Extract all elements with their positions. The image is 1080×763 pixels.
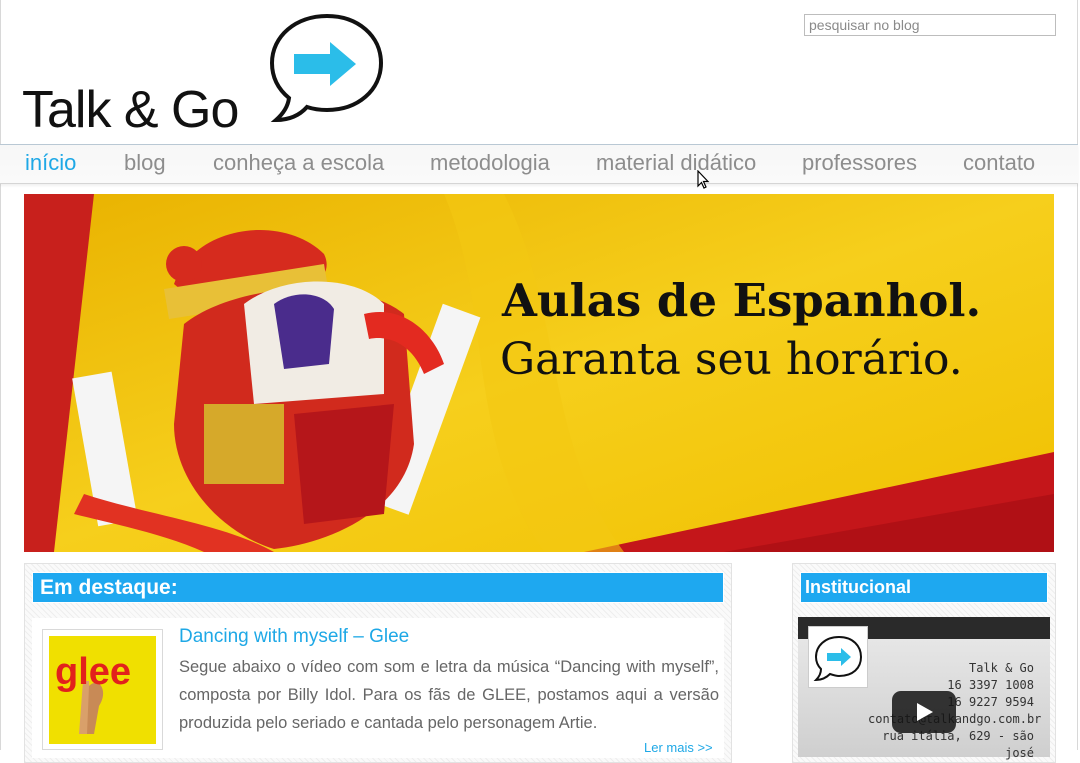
main-nav: início blog conheça a escola metodologia… [0, 144, 1078, 184]
nav-item-metodologia[interactable]: metodologia [430, 150, 550, 176]
play-button-icon[interactable] [892, 691, 956, 733]
nav-item-professores[interactable]: professores [802, 150, 917, 176]
hero-banner[interactable]: Aulas de Espanhol. Garanta seu horário. [24, 194, 1054, 552]
banner-subtitle: Garanta seu horário. [500, 334, 963, 385]
nav-item-inicio[interactable]: início [25, 150, 76, 176]
mouse-cursor-icon [697, 170, 710, 189]
logo-wordmark[interactable]: Talk & Go [22, 80, 239, 140]
post-thumbnail[interactable]: glee [42, 629, 163, 750]
search-input[interactable] [804, 14, 1056, 36]
glee-thumbnail-image: glee [49, 636, 156, 744]
nav-item-contato[interactable]: contato [963, 150, 1035, 176]
sidebar-heading: Institucional [800, 572, 1048, 603]
banner-title: Aulas de Espanhol. [502, 274, 982, 327]
nav-item-conheca-a-escola[interactable]: conheça a escola [213, 150, 384, 176]
featured-heading: Em destaque: [32, 572, 724, 603]
video-line: Talk & Go [968, 661, 1034, 675]
read-more-link[interactable]: Ler mais >> [644, 740, 713, 755]
thumb-glee-text: glee [55, 651, 131, 693]
post-excerpt: Segue abaixo o vídeo com som e letra da … [179, 658, 719, 732]
post-title-link[interactable]: Dancing with myself – Glee [179, 626, 409, 648]
nav-item-material-didatico[interactable]: material didático [596, 150, 756, 176]
video-logo-icon [808, 626, 868, 688]
video-line: rua itália, 629 - são josé [882, 729, 1034, 760]
nav-item-blog[interactable]: blog [124, 150, 166, 176]
speech-bubble-arrow-icon[interactable] [268, 12, 386, 134]
